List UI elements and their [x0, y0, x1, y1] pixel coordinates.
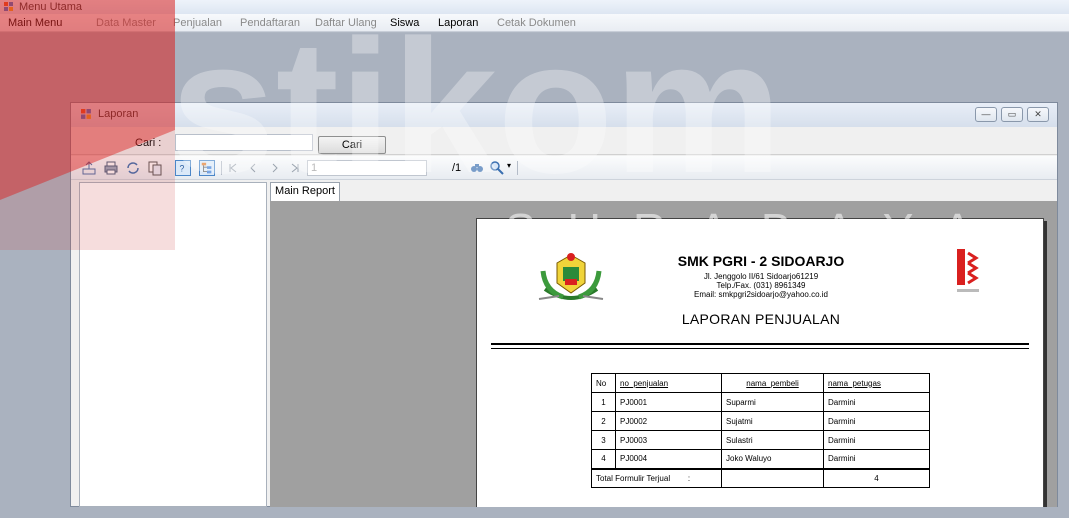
report-title: LAPORAN PENJUALAN — [681, 311, 841, 327]
search-input[interactable] — [175, 134, 313, 151]
cell-no-penjualan: PJ0002 — [615, 411, 722, 431]
table-header-row: No no_penjualan nama_pembeli nama_petuga… — [591, 373, 930, 393]
find-icon[interactable] — [469, 160, 485, 176]
page-total: /1 — [452, 162, 462, 174]
sales-table: No no_penjualan nama_pembeli nama_petuga… — [591, 373, 930, 488]
zoom-dropdown-icon[interactable]: ▾ — [507, 161, 511, 170]
close-icon: ✕ — [1034, 109, 1042, 119]
group-tree-icon[interactable] — [199, 160, 215, 176]
table-row: 4 PJ0004 Joko Waluyo Darmini — [591, 449, 930, 469]
maximize-button[interactable]: ▭ — [1001, 107, 1023, 122]
toolbar-separator — [221, 161, 222, 175]
group-tree-panel[interactable] — [79, 182, 267, 507]
cell-no-penjualan: PJ0003 — [615, 430, 722, 450]
menu-cetak-dokumen[interactable]: Cetak Dokumen — [497, 17, 576, 29]
export-icon[interactable] — [81, 160, 97, 176]
menu-daftar-ulang[interactable]: Daftar Ulang — [315, 17, 377, 29]
search-button[interactable]: Cari — [318, 136, 386, 154]
last-page-icon[interactable] — [287, 160, 303, 176]
minimize-icon: — — [981, 109, 991, 119]
cell-no-penjualan: PJ0004 — [615, 449, 722, 469]
page-number-input[interactable]: 1 — [307, 160, 427, 176]
main-window-title: Menu Utama — [19, 1, 82, 13]
cell-no: 3 — [591, 430, 616, 450]
menu-pendaftaran[interactable]: Pendaftaran — [240, 17, 300, 29]
header-rule-bottom — [491, 348, 1029, 349]
search-label: Cari : — [135, 137, 162, 149]
certified-badge — [957, 249, 979, 292]
cell-nama-pembeli: Sujatmi — [721, 411, 824, 431]
app-icon — [4, 2, 13, 11]
cell-no-penjualan: PJ0001 — [615, 392, 722, 412]
total-row: Total Formulir Terjual : 4 — [591, 467, 930, 488]
cell-nama-petugas: Darmini — [823, 411, 930, 431]
report-page: SMK PGRI - 2 SIDOARJO Jl. Jenggolo II/61… — [476, 218, 1044, 507]
total-spacer — [721, 467, 824, 488]
menu-laporan[interactable]: Laporan — [438, 17, 478, 29]
prev-page-icon[interactable] — [245, 160, 261, 176]
cell-nama-petugas: Darmini — [823, 392, 930, 412]
cell-no: 4 — [591, 449, 616, 469]
menu-penjualan[interactable]: Penjualan — [173, 17, 222, 29]
zoom-icon[interactable] — [489, 160, 505, 176]
window-buttons: — ▭ ✕ — [975, 107, 1051, 122]
cell-no: 1 — [591, 392, 616, 412]
report-viewer[interactable]: SMK PGRI - 2 SIDOARJO Jl. Jenggolo II/61… — [270, 201, 1057, 507]
table-row: 1 PJ0001 Suparmi Darmini — [591, 392, 930, 412]
print-icon[interactable] — [103, 160, 119, 176]
table-row: 2 PJ0002 Sujatmi Darmini — [591, 411, 930, 431]
col-nama-pembeli: nama_pembeli — [721, 373, 824, 393]
total-label: Total Formulir Terjual : — [591, 467, 722, 488]
laporan-window: Laporan — ▭ ✕ Cari : Cari ? 1 /1 ▾ Main … — [70, 102, 1058, 507]
maximize-icon: ▭ — [1007, 109, 1017, 119]
laporan-window-title: Laporan — [98, 108, 139, 120]
first-page-icon[interactable] — [225, 160, 241, 176]
laporan-titlebar[interactable]: Laporan — ▭ ✕ — [71, 103, 1057, 127]
cell-nama-pembeli: Joko Waluyo — [721, 449, 824, 469]
copy-icon[interactable] — [147, 160, 163, 176]
refresh-icon[interactable] — [125, 160, 141, 176]
table-row: 3 PJ0003 Sulastri Darmini — [591, 430, 930, 450]
cell-nama-pembeli: Sulastri — [721, 430, 824, 450]
tab-main-report[interactable]: Main Report — [270, 182, 340, 201]
menu-siswa[interactable]: Siswa — [390, 17, 419, 29]
help-icon[interactable]: ? — [175, 160, 191, 176]
col-nama-petugas: nama_petugas — [823, 373, 930, 393]
cell-no: 2 — [591, 411, 616, 431]
menu-data-master[interactable]: Data Master — [96, 17, 156, 29]
main-window-titlebar: Menu Utama — [0, 0, 1069, 14]
menu-bar: Main Menu Data Master Penjualan Pendafta… — [0, 14, 1069, 32]
cell-nama-petugas: Darmini — [823, 449, 930, 469]
close-button[interactable]: ✕ — [1027, 107, 1049, 122]
report-toolbar: ? 1 /1 ▾ — [71, 156, 1057, 180]
menu-main-menu[interactable]: Main Menu — [8, 17, 62, 29]
cell-nama-pembeli: Suparmi — [721, 392, 824, 412]
total-value: 4 — [823, 467, 930, 488]
svg-text:?: ? — [180, 164, 185, 174]
cell-nama-petugas: Darmini — [823, 430, 930, 450]
report-tabs: Main Report — [270, 182, 1057, 201]
toolbar-separator — [517, 161, 518, 175]
next-page-icon[interactable] — [267, 160, 283, 176]
window-icon — [81, 109, 91, 119]
minimize-button[interactable]: — — [975, 107, 997, 122]
search-row: Cari : Cari — [71, 129, 1057, 155]
header-rule-top — [491, 343, 1029, 345]
col-no: No — [591, 373, 616, 393]
col-no-penjualan: no_penjualan — [615, 373, 722, 393]
